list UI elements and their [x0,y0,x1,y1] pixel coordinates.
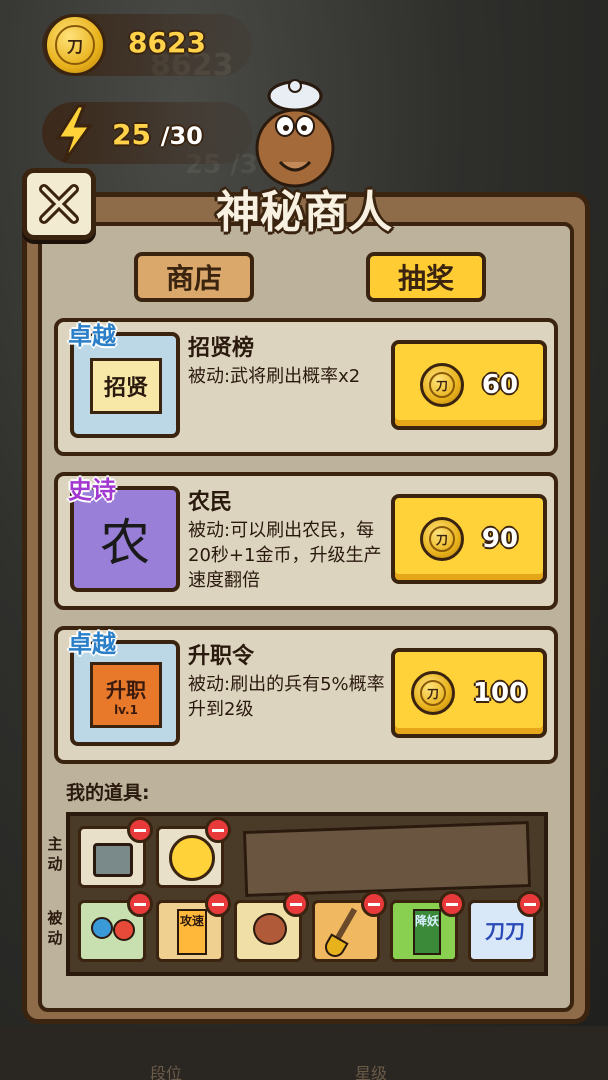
meat-icon[interactable] [234,891,309,962]
price-value: 60 [481,370,519,400]
remove-button[interactable] [205,817,231,843]
nav-stars[interactable]: 星级 [355,1060,387,1080]
empty-slot-board [242,821,532,897]
offer-name: 农民 [188,490,233,515]
offer-card: 农 史诗 农民 被动:可以刷出农民，每20秒+1金币，升级生产速度翻倍 刀 90 [54,472,558,610]
card-label: 刀刀 [485,919,525,943]
price-value: 100 [472,678,528,708]
remove-button[interactable] [517,891,543,917]
buy-button[interactable]: 刀 60 [391,340,547,430]
remove-button[interactable] [127,891,153,917]
offer-description: 被动:武将刷出概率x2 [188,366,361,387]
nav-rank[interactable]: 段位 [150,1060,182,1080]
offer-description: 被动:刷出的兵有5%概率升到2级 [188,674,385,720]
energy-max: /30 [160,122,203,150]
active-label: 主动 [47,835,63,873]
remove-button[interactable] [127,817,153,843]
remove-button[interactable] [283,891,309,917]
offer-card: 升职 lv.1 卓越 升职令 被动:刷出的兵有5%概率升到2级 刀 100 [54,626,558,764]
remove-button[interactable] [205,891,231,917]
scroll-level: lv.1 [114,702,138,717]
demon-seal-icon[interactable]: 降妖 [390,891,465,962]
remove-button[interactable] [361,891,387,917]
tab-draw[interactable]: 抽奖 [366,252,486,302]
remove-button[interactable] [439,891,465,917]
dialog-title: 神秘商人 [216,187,392,238]
gem-boost-icon[interactable] [78,891,153,962]
attack-speed-card-icon[interactable]: 攻速 [156,891,231,962]
tab-shop[interactable]: 商店 [134,252,254,302]
coin-amount: 8623 [128,26,206,59]
passive-label: 被动 [47,909,63,947]
scroll-body: 升职 lv.1 [90,662,162,728]
coin-icon: 刀 [410,671,455,715]
coin-icon: 刀 [419,363,464,407]
card-label: 攻速 [177,909,207,955]
energy-amount: 25 /30 [112,118,203,151]
rarity-badge: 史诗 [68,476,116,504]
lightning-icon [55,104,93,163]
blade-card-icon[interactable]: 刀刀 [468,891,543,962]
buy-button[interactable]: 刀 100 [391,648,547,738]
offer-card: 招贤 卓越 招贤榜 被动:武将刷出概率x2 刀 60 [54,318,558,456]
offer-name: 升职令 [188,644,255,669]
rarity-badge: 卓越 [68,630,116,658]
coin-icon: 刀 [44,14,106,76]
inventory-label: 我的道具: [66,782,150,804]
seal-label: 降妖 [413,909,441,955]
offer-name: 招贤榜 [188,336,255,361]
offer-description: 被动:可以刷出农民，每20秒+1金币，升级生产速度翻倍 [188,520,382,591]
buy-button[interactable]: 刀 90 [391,494,547,584]
energy-current: 25 [112,118,151,151]
coin-icon: 刀 [419,517,464,561]
rarity-badge: 卓越 [68,322,116,350]
bottom-nav [0,1026,608,1080]
price-value: 90 [481,524,519,554]
merchant-mascot [255,79,335,188]
scroll-label: 升职 [106,677,146,702]
scroll-label: 招贤 [90,358,162,414]
bow-arrow-icon[interactable] [156,817,231,888]
cauldron-icon[interactable] [78,817,153,888]
shovel-icon[interactable] [312,891,387,962]
